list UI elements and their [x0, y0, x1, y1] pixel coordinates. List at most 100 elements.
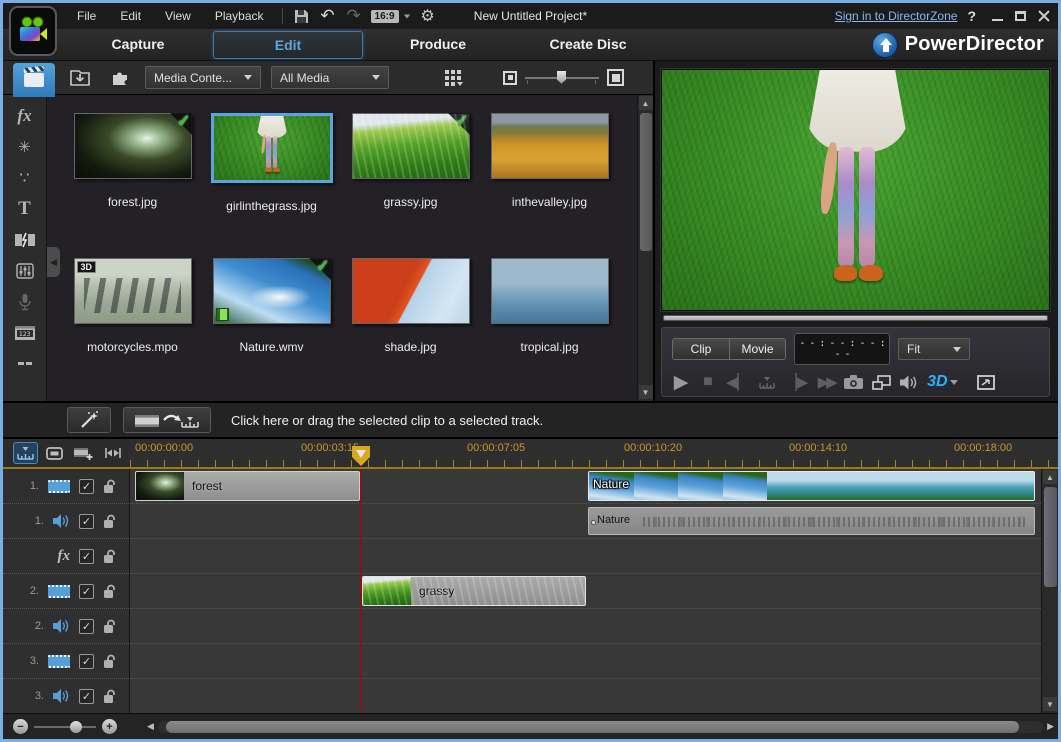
close-button[interactable] [1038, 10, 1050, 22]
media-item-nature[interactable]: ✓ Nature.wmv [202, 248, 341, 393]
preview-quality-button[interactable] [872, 371, 891, 393]
library-scrollbar[interactable]: ▲ ▼ [637, 95, 653, 401]
track-enable-checkbox[interactable]: ✓ [79, 549, 94, 564]
tab-capture[interactable]: Capture [63, 31, 213, 59]
timeline-hint-text[interactable]: Click here or drag the selected clip to … [231, 413, 543, 428]
track-manager-button[interactable] [71, 442, 96, 464]
track-header-video2[interactable]: 2. ✓ [3, 574, 129, 609]
download-templates-button[interactable] [105, 66, 135, 90]
clip-grassy[interactable]: grassy [362, 576, 586, 606]
unlock-icon[interactable] [103, 654, 116, 669]
track-enable-checkbox[interactable]: ✓ [79, 479, 94, 494]
track-area[interactable]: forest Nature Nature grassy [130, 469, 1041, 713]
undock-preview-button[interactable] [977, 371, 995, 393]
pip-objects-room-button[interactable]: ✳ [8, 132, 42, 162]
media-item-shade[interactable]: shade.jpg [341, 248, 480, 393]
settings-button[interactable]: ⚙ [415, 5, 441, 27]
tab-produce[interactable]: Produce [363, 31, 513, 59]
zoom-in-thumbnails-icon[interactable] [607, 69, 624, 86]
clip-forest[interactable]: forest [135, 471, 360, 501]
zoom-in-button[interactable]: + [102, 719, 117, 734]
scroll-right-icon[interactable]: ▶ [1047, 721, 1054, 732]
media-room-tab[interactable] [13, 63, 55, 97]
signin-link[interactable]: Sign in to DirectorZone [835, 9, 958, 23]
menu-playback[interactable]: Playback [203, 5, 276, 27]
title-room-button[interactable]: T [8, 194, 42, 224]
fast-forward-button[interactable]: ▶▶ [817, 371, 835, 393]
volume-button[interactable] [900, 371, 918, 393]
scrollbar-thumb[interactable] [1044, 487, 1057, 587]
previous-frame-button[interactable]: ◀▏ [726, 371, 749, 393]
sort-view-button[interactable] [439, 66, 469, 90]
playhead-line[interactable] [360, 469, 362, 713]
clip-mode-button[interactable]: Clip [673, 339, 729, 359]
media-item-motorcycles[interactable]: 3D motorcycles.mpo [63, 248, 202, 393]
unlock-icon[interactable] [103, 689, 116, 704]
unlock-icon[interactable] [103, 514, 116, 529]
zoom-out-button[interactable]: − [13, 719, 28, 734]
import-media-button[interactable] [65, 66, 95, 90]
unlock-icon[interactable] [103, 584, 116, 599]
media-filter-dropdown[interactable]: All Media [271, 66, 389, 89]
transition-room-button[interactable] [8, 225, 42, 255]
preview-zoom-dropdown[interactable]: Fit [898, 338, 970, 360]
scroll-up-icon[interactable]: ▲ [1043, 470, 1057, 484]
timeline-horizontal-scrollbar[interactable]: ◀ ▶ [143, 721, 1058, 733]
menu-view[interactable]: View [153, 5, 203, 27]
slider-thumb[interactable] [70, 721, 82, 733]
media-item-tropical[interactable]: tropical.jpg [480, 248, 619, 393]
track-header-audio2[interactable]: 2. ✓ [3, 609, 129, 644]
voiceover-room-button[interactable] [8, 287, 42, 317]
help-button[interactable]: ? [967, 8, 976, 24]
scroll-down-icon[interactable]: ▼ [1043, 697, 1057, 711]
effect-room-button[interactable]: fx [8, 101, 42, 131]
maximize-button[interactable] [1015, 11, 1026, 21]
timecode-display[interactable]: - - : - - : - - : - - [794, 333, 890, 365]
timeline-zoom-slider[interactable] [34, 726, 96, 728]
tab-create-disc[interactable]: Create Disc [513, 31, 663, 59]
upgrade-arrow-icon[interactable] [872, 32, 898, 58]
keyframe-dot[interactable] [591, 520, 596, 525]
zoom-out-thumbnails-icon[interactable] [503, 71, 517, 85]
save-button[interactable] [289, 5, 315, 27]
subtitle-room-button[interactable] [8, 349, 42, 379]
track-enable-checkbox[interactable]: ✓ [79, 654, 94, 669]
track-enable-checkbox[interactable]: ✓ [79, 514, 94, 529]
media-item-forest[interactable]: ✓ forest.jpg [63, 103, 202, 248]
timeline-view-button[interactable] [13, 442, 38, 464]
scroll-down-icon[interactable]: ▼ [639, 385, 653, 399]
clip-nature-audio[interactable]: Nature [588, 507, 1035, 535]
menu-file[interactable]: File [65, 5, 108, 27]
track-enable-checkbox[interactable]: ✓ [79, 689, 94, 704]
collapse-panel-handle[interactable]: ◀ [47, 247, 60, 277]
audio-mixing-room-button[interactable] [8, 256, 42, 286]
play-button[interactable]: ▶ [672, 371, 690, 393]
tab-edit[interactable]: Edit [213, 31, 363, 59]
goto-marker-button[interactable] [758, 371, 776, 393]
range-select-button[interactable] [100, 442, 125, 464]
menu-edit[interactable]: Edit [108, 5, 153, 27]
unlock-icon[interactable] [103, 549, 116, 564]
track-header-video1[interactable]: 1. ✓ [3, 469, 129, 504]
next-frame-button[interactable]: ▕▶ [785, 371, 808, 393]
insert-to-timeline-button[interactable] [123, 407, 211, 433]
movie-mode-button[interactable]: Movie [729, 339, 785, 359]
3d-mode-button[interactable]: 3D [927, 371, 957, 393]
track-header-audio3[interactable]: 3. ✓ [3, 679, 129, 713]
scroll-up-icon[interactable]: ▲ [639, 96, 653, 110]
thumbnail-size-slider[interactable] [525, 71, 599, 85]
unlock-icon[interactable] [103, 619, 116, 634]
track-header-audio1[interactable]: 1. ✓ [3, 504, 129, 539]
track-enable-checkbox[interactable]: ✓ [79, 619, 94, 634]
minimize-button[interactable] [992, 19, 1003, 21]
track-enable-checkbox[interactable]: ✓ [79, 584, 94, 599]
track-header-video3[interactable]: 3. ✓ [3, 644, 129, 679]
storyboard-view-button[interactable] [42, 442, 67, 464]
timeline-ruler[interactable]: 00:00:00:00 00:00:03:15 00:00:07:05 00:0… [130, 439, 1058, 467]
track-header-fx[interactable]: fx ✓ [3, 539, 129, 574]
stop-button[interactable]: ■ [699, 371, 717, 393]
aspect-ratio-button[interactable]: 16:9 [367, 5, 415, 27]
magic-tools-button[interactable] [67, 407, 111, 433]
unlock-icon[interactable] [103, 479, 116, 494]
scrollbar-thumb[interactable] [166, 721, 1019, 733]
